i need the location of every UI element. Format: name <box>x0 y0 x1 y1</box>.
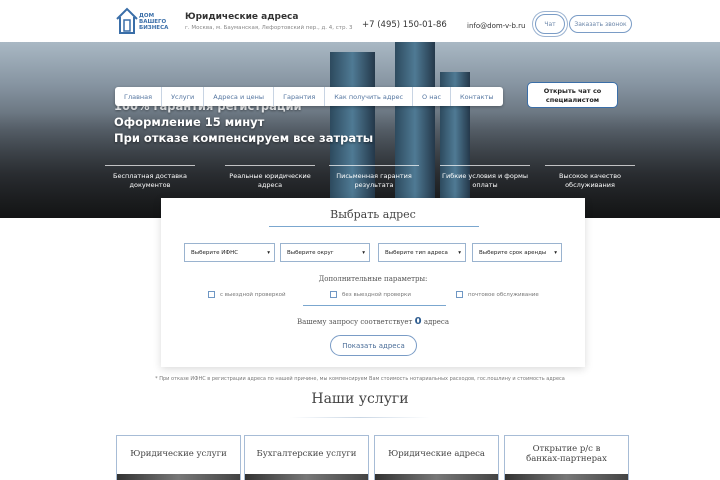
service-card-bank-account[interactable]: Открытие р/с в банках-партнерах <box>504 435 629 480</box>
hero-tower <box>395 42 435 218</box>
show-addresses-button[interactable]: Показать адреса <box>330 335 417 356</box>
service-card-image <box>375 474 498 480</box>
select-label: Выберите тип адреса <box>385 249 448 256</box>
service-card-title: Юридические услуги <box>130 449 227 459</box>
nav-services[interactable]: Услуги <box>162 87 205 106</box>
divider <box>269 226 479 227</box>
checkbox-label: почтовое обслуживание <box>468 291 539 298</box>
search-title: Выбрать адрес <box>330 208 416 221</box>
result-count: 0 <box>414 316 422 327</box>
nav-home[interactable]: Главная <box>115 87 163 106</box>
divider <box>290 417 430 418</box>
checkbox-label: с выездной проверкой <box>220 291 286 298</box>
district-select[interactable]: Выберите округ ▾ <box>280 243 370 262</box>
service-card-legal[interactable]: Юридические услуги <box>116 435 241 480</box>
service-card-addresses[interactable]: Юридические адреса <box>374 435 499 480</box>
dropdown-arrow-icon: ▾ <box>267 249 270 256</box>
email-link[interactable]: info@dom-v-b.ru <box>467 22 525 30</box>
site-title: Юридические адреса <box>185 12 299 22</box>
checkbox-onsite-check[interactable]: с выездной проверкой <box>208 291 286 298</box>
header: ДОМ ВАШЕГО БИЗНЕСА Юридические адреса г.… <box>0 0 720 42</box>
service-card-title: Открытие р/с в банках-партнерах <box>526 444 607 464</box>
feature-item: Гибкие условия и формы оплаты <box>440 165 530 190</box>
dropdown-arrow-icon: ▾ <box>458 249 461 256</box>
dropdown-arrow-icon: ▾ <box>362 249 365 256</box>
dropdown-arrow-icon: ▾ <box>554 249 557 256</box>
feature-item: Высокое качество обслуживания <box>545 165 635 190</box>
checkbox-icon[interactable] <box>456 291 463 298</box>
service-card-image <box>505 474 628 480</box>
hero-line-2: Оформление 15 минут <box>114 115 265 129</box>
main-nav: Главная Услуги Адреса и цены Гарантия Ка… <box>115 87 503 106</box>
nav-contacts[interactable]: Контакты <box>451 87 502 106</box>
service-card-image <box>245 474 368 480</box>
checkbox-no-onsite-check[interactable]: без выездной проверки <box>330 291 411 298</box>
service-card-title: Юридические адреса <box>388 449 485 459</box>
nav-how-to-get[interactable]: Как получить адрес <box>325 87 414 106</box>
feature-item: Бесплатная доставка документов <box>105 165 195 190</box>
select-label: Выберите ИФНС <box>191 249 239 256</box>
additional-params-label: Дополнительные параметры: <box>318 275 428 283</box>
nav-addresses-prices[interactable]: Адреса и цены <box>204 87 275 106</box>
service-card-accounting[interactable]: Бухгалтерские услуги <box>244 435 369 480</box>
services-title: Наши услуги <box>311 391 409 407</box>
checkbox-mail-service[interactable]: почтовое обслуживание <box>456 291 539 298</box>
address-search-panel: Выбрать адрес Выберите ИФНС ▾ Выберите ок… <box>161 198 585 367</box>
phone-link[interactable]: +7 (495) 150-01-86 <box>362 20 447 30</box>
service-card-image <box>117 474 240 480</box>
feature-item: Реальные юридические адреса <box>225 165 315 190</box>
service-card-title: Бухгалтерские услуги <box>256 449 357 459</box>
chat-button[interactable]: Чат <box>535 14 565 34</box>
hero-line-3: При отказе компенсируем все затраты <box>114 131 374 145</box>
select-label: Выберите округ <box>287 249 334 256</box>
select-label: Выберите срок аренды <box>479 249 547 256</box>
nav-guarantee[interactable]: Гарантия <box>274 87 326 106</box>
footnote: * При отказе ИФНС в регистрации адреса п… <box>155 376 565 382</box>
logo-text: ДОМ ВАШЕГО БИЗНЕСА <box>139 13 169 31</box>
result-suffix: адреса <box>423 318 450 326</box>
open-chat-bubble[interactable]: Открыть чат со специалистом <box>527 82 618 108</box>
feature-item: Письменная гарантия результата <box>329 165 419 190</box>
result-prefix: Вашему запросу соответствует <box>296 318 413 326</box>
divider <box>303 305 446 306</box>
result-count-text: Вашему запросу соответствует 0 адреса <box>161 316 585 327</box>
office-address: г. Москва, м. Бауманская, Лефортовский п… <box>185 25 353 31</box>
nav-about[interactable]: О нас <box>413 87 452 106</box>
callback-button[interactable]: Заказать звонок <box>569 15 632 33</box>
checkbox-icon[interactable] <box>208 291 215 298</box>
checkbox-icon[interactable] <box>330 291 337 298</box>
rent-term-select[interactable]: Выберите срок аренды ▾ <box>472 243 562 262</box>
address-type-select[interactable]: Выберите тип адреса ▾ <box>378 243 466 262</box>
hero-banner <box>0 42 720 218</box>
ifns-select[interactable]: Выберите ИФНС ▾ <box>184 243 275 262</box>
checkbox-label: без выездной проверки <box>342 291 411 298</box>
